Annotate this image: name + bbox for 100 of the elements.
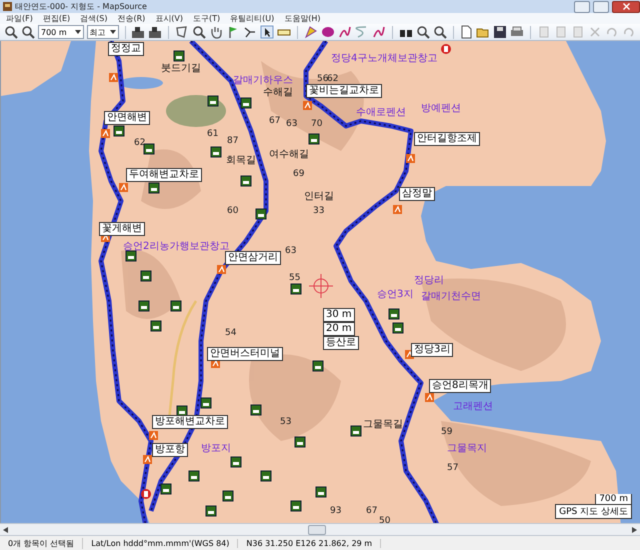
- menu-item[interactable]: 도움말(H): [284, 13, 321, 24]
- save-icon[interactable]: [493, 25, 508, 39]
- lodging-icon: [290, 284, 302, 294]
- lodging-icon: [256, 208, 266, 220]
- find-icon[interactable]: [416, 25, 430, 39]
- road-label: 수해길: [263, 86, 293, 99]
- scrollbar-thumb[interactable]: [308, 525, 326, 535]
- elevation-label: 50: [379, 516, 390, 523]
- lodging-icon: [294, 436, 306, 448]
- maximize-button[interactable]: [593, 0, 609, 12]
- elevation-label: 93: [330, 506, 342, 516]
- menu-item[interactable]: 편집(E): [42, 13, 70, 24]
- lodging-icon: [316, 486, 326, 498]
- print-icon[interactable]: [510, 25, 524, 39]
- lodging-icon: [138, 300, 150, 312]
- elevation-label: 53: [280, 417, 292, 427]
- elevation-label: 67: [366, 506, 378, 516]
- lodging-icon: [140, 270, 152, 282]
- place-label: 안면해변: [104, 111, 150, 125]
- lodging-icon: [350, 426, 362, 436]
- menu-item[interactable]: 표시(V): [155, 13, 183, 24]
- place-label: 안면삼거리: [225, 251, 281, 265]
- route-tool-icon[interactable]: [243, 25, 258, 39]
- poi-label: 수애로펜션: [356, 106, 406, 119]
- lodging-icon: [222, 490, 234, 502]
- caret-icon: [74, 30, 81, 34]
- minimize-button[interactable]: [574, 0, 590, 12]
- place-label: 등산로: [323, 336, 359, 350]
- lodging-icon: [208, 96, 218, 106]
- junction-icon: [109, 73, 118, 82]
- poi-label: 정당4구노개체보관창고: [331, 52, 438, 65]
- elevation-label: 55: [289, 273, 300, 283]
- lodging-icon: [150, 320, 162, 332]
- place-label: 방포해변교차로: [152, 415, 228, 429]
- parking-icon: [441, 44, 451, 54]
- lodging-icon: [188, 470, 200, 482]
- lodging-icon: [148, 182, 160, 194]
- place-label: 안면버스터미널: [207, 347, 283, 361]
- place-label: 20 m: [323, 322, 355, 336]
- junction-icon: [149, 431, 158, 440]
- junction-icon: [393, 205, 402, 214]
- junction-icon: [406, 154, 415, 163]
- place-label: 정당3리: [411, 343, 454, 357]
- zoom-in-icon[interactable]: [4, 25, 18, 39]
- polygon-tool-icon[interactable]: [175, 25, 190, 39]
- menu-item[interactable]: 유틸리티(U): [230, 13, 274, 24]
- map-icon[interactable]: [131, 25, 146, 39]
- crosshair-icon: [308, 274, 334, 298]
- elevation-label: 70: [311, 119, 322, 129]
- lodging-icon: [250, 404, 262, 416]
- lodging-icon: [388, 308, 400, 320]
- menu-item[interactable]: 도구(T): [193, 13, 220, 24]
- place-label: 승언8리목개: [429, 379, 492, 393]
- junction-icon: [217, 265, 226, 274]
- lodging-icon: [160, 484, 172, 494]
- scroll-left-icon[interactable]: [3, 526, 8, 532]
- lodging-icon: [210, 146, 222, 158]
- road-label: 회목길: [226, 154, 256, 167]
- lodging-icon: [230, 456, 242, 468]
- scale-dropdown[interactable]: 700 m: [38, 25, 84, 39]
- find-icon[interactable]: [432, 25, 447, 39]
- pointer-icon[interactable]: [260, 25, 274, 39]
- poi-label: 승언2리농가행보관창고: [123, 240, 230, 252]
- place-label: 두여해변교차로: [126, 168, 202, 182]
- scroll-right-icon[interactable]: [632, 526, 637, 532]
- poi-label: 방포지: [201, 442, 231, 455]
- junction-icon: [119, 183, 128, 192]
- route-icon[interactable]: [338, 25, 352, 39]
- menu-item[interactable]: 전송(R): [117, 13, 146, 24]
- lodging-icon: [308, 134, 320, 144]
- junction-icon: [101, 129, 110, 138]
- lodging-icon: [144, 144, 154, 154]
- zoom-tool-icon[interactable]: [192, 25, 206, 39]
- elevation-label: 62: [327, 74, 338, 84]
- place-label: 30 m: [323, 308, 355, 322]
- route-icon[interactable]: [372, 25, 386, 39]
- poi-label: 갈매기하우스: [233, 74, 293, 87]
- parking-icon: [141, 489, 151, 499]
- lodging-icon: [392, 322, 404, 334]
- lodging-icon: [114, 126, 124, 136]
- app-icon: [3, 2, 12, 11]
- place-label: 방포항: [152, 443, 188, 457]
- place-label: 삼정말: [399, 187, 435, 201]
- close-button[interactable]: [612, 0, 640, 12]
- hand-icon[interactable]: [209, 25, 224, 39]
- road-label: 여수해길: [269, 148, 309, 161]
- menu-item[interactable]: 파일(F): [6, 13, 33, 24]
- lodging-icon: [176, 406, 188, 416]
- place-label: 꽃게해변: [99, 222, 145, 236]
- map-icon[interactable]: [148, 25, 162, 39]
- lodging-icon: [126, 250, 136, 262]
- lodging-icon: [200, 398, 212, 408]
- poi-label: 고래펜션: [453, 400, 493, 413]
- elevation-label: 56: [317, 74, 328, 84]
- lodging-icon: [312, 360, 324, 372]
- elevation-label: 69: [293, 169, 304, 179]
- elevation-label: 54: [225, 328, 236, 338]
- detail-dropdown[interactable]: 최고: [86, 25, 119, 39]
- zoom-out-icon[interactable]: [21, 25, 35, 39]
- menu-item[interactable]: 검색(S): [80, 13, 108, 24]
